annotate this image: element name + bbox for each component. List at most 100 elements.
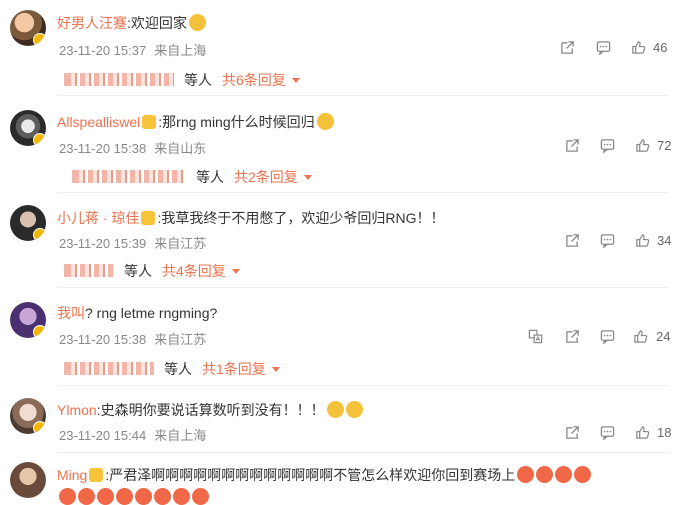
emoji-icon — [536, 466, 554, 483]
avatar[interactable] — [10, 398, 46, 434]
location: 来自上海 — [154, 428, 207, 443]
like-count: 72 — [657, 138, 672, 153]
replies-summary[interactable]: 等人 共1条回复 — [64, 359, 280, 377]
emoji-icon — [116, 488, 133, 505]
chevron-down-icon — [231, 269, 240, 274]
emoji-row — [57, 488, 209, 505]
like-icon[interactable] — [635, 425, 650, 440]
comment-line: Ylmon:史森明你要说话算数听到没有！！！ — [57, 400, 363, 420]
comment-icon[interactable] — [600, 329, 615, 344]
divider — [57, 95, 669, 96]
comment-text: :严君泽啊啊啊啊啊啊啊啊啊啊啊啊啊不管怎么样欢迎你回到赛场上 — [105, 467, 516, 483]
comment-actions: 34 — [560, 231, 675, 251]
username[interactable]: 我叫 — [57, 305, 85, 321]
share-icon[interactable] — [565, 425, 580, 440]
like-count: 34 — [657, 233, 672, 248]
username[interactable]: 小儿蒋 · 琼佳 — [57, 210, 139, 226]
verified-badge-icon — [33, 133, 46, 146]
comment-line: 小儿蒋 · 琼佳 :我草我终于不用憋了，欢迎少爷回归RNG！！ — [57, 208, 444, 228]
replies-label: 等人 — [196, 169, 224, 185]
comment-line: 好男人汪蹇:欢迎回家 — [57, 13, 206, 33]
emoji-icon — [345, 401, 363, 418]
emoji-icon — [316, 113, 334, 130]
divider — [57, 452, 669, 453]
view-replies-link[interactable]: 共6条回复 — [222, 72, 286, 88]
location: 来自山东 — [154, 141, 207, 156]
view-replies-link[interactable]: 共2条回复 — [234, 169, 298, 185]
reply-usernames — [64, 73, 174, 86]
comment-actions: 46 — [560, 38, 675, 58]
avatar[interactable] — [10, 110, 46, 146]
comment-meta: 23-11-20 15:39 来自江苏 — [59, 233, 206, 252]
comment-icon[interactable] — [596, 40, 611, 55]
replies-summary[interactable]: 等人 共4条回复 — [64, 261, 240, 279]
like-icon[interactable] — [631, 40, 646, 55]
view-replies-link[interactable]: 共4条回复 — [162, 263, 226, 279]
verified-badge-icon — [33, 421, 46, 434]
comment-icon[interactable] — [600, 138, 615, 153]
comment-text: :史森明你要说话算数听到没有！！！ — [96, 402, 325, 418]
replies-label: 等人 — [184, 72, 212, 88]
comment-actions: 24 — [528, 327, 670, 347]
share-icon[interactable] — [565, 233, 580, 248]
comment-text: :那rng ming什么时候回归 — [158, 114, 315, 130]
username[interactable]: Allspealliswel — [57, 114, 140, 130]
crown-icon — [142, 115, 157, 129]
timestamp: 23-11-20 15:44 — [59, 428, 147, 443]
verified-badge-icon — [33, 228, 46, 241]
comment-line: Ming :严君泽啊啊啊啊啊啊啊啊啊啊啊啊啊不管怎么样欢迎你回到赛场上 — [57, 465, 592, 485]
comment-icon[interactable] — [600, 425, 615, 440]
reply-usernames — [64, 362, 154, 375]
share-icon[interactable] — [560, 40, 575, 55]
comment-line: Allspealliswel :那rng ming什么时候回归 — [57, 112, 334, 132]
replies-label: 等人 — [164, 361, 192, 377]
comment-meta: 23-11-20 15:37 来自上海 — [59, 40, 206, 59]
avatar[interactable] — [10, 10, 46, 46]
avatar[interactable] — [10, 302, 46, 338]
verified-badge-icon — [33, 33, 46, 46]
comment-actions: 72 — [560, 136, 675, 156]
divider — [57, 287, 669, 288]
username[interactable]: Ylmon — [57, 402, 97, 418]
emoji-icon — [574, 466, 592, 483]
like-count: 24 — [656, 329, 671, 344]
emoji-icon — [135, 488, 152, 505]
emoji-icon — [59, 488, 76, 505]
username[interactable]: 好男人汪蹇 — [57, 15, 127, 31]
like-icon[interactable] — [633, 329, 648, 344]
replies-label: 等人 — [124, 263, 152, 279]
like-icon[interactable] — [635, 138, 650, 153]
reply-usernames — [72, 170, 186, 183]
chevron-down-icon — [291, 78, 300, 83]
comment-line: 我叫? rng letme rngming? — [57, 303, 217, 323]
timestamp: 23-11-20 15:38 — [59, 141, 147, 156]
like-icon[interactable] — [635, 233, 650, 248]
comment-meta: 23-11-20 15:38 来自江苏 — [59, 329, 206, 348]
emoji-icon — [78, 488, 95, 505]
replies-summary[interactable]: 等人 共2条回复 — [72, 167, 312, 185]
translate-icon[interactable] — [528, 329, 543, 344]
emoji-icon — [192, 488, 209, 505]
view-replies-link[interactable]: 共1条回复 — [202, 361, 266, 377]
verified-badge-icon — [33, 325, 46, 338]
comment-text: :我草我终于不用憋了，欢迎少爷回归RNG！！ — [157, 210, 445, 226]
emoji-icon — [188, 14, 206, 31]
emoji-icon — [555, 466, 573, 483]
crown-icon — [141, 211, 156, 225]
divider — [57, 192, 669, 193]
like-count: 46 — [653, 40, 668, 55]
emoji-icon — [154, 488, 171, 505]
share-icon[interactable] — [565, 329, 580, 344]
emoji-icon — [517, 466, 535, 483]
share-icon[interactable] — [565, 138, 580, 153]
username[interactable]: Ming — [57, 467, 87, 483]
chevron-down-icon — [271, 367, 280, 372]
replies-summary[interactable]: 等人 共6条回复 — [64, 70, 300, 88]
comment-meta: 23-11-20 15:38 来自山东 — [59, 138, 206, 157]
timestamp: 23-11-20 15:38 — [59, 332, 147, 347]
avatar[interactable] — [10, 205, 46, 241]
timestamp: 23-11-20 15:39 — [59, 236, 147, 251]
comment-text: :欢迎回家 — [127, 15, 187, 31]
avatar[interactable] — [10, 462, 46, 498]
comment-icon[interactable] — [600, 233, 615, 248]
